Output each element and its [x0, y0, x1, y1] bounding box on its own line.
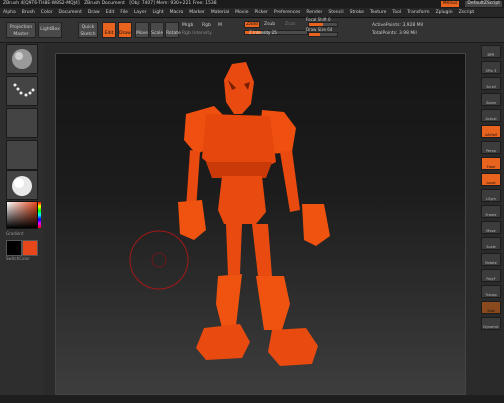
- aahalf-button[interactable]: AAHalf: [481, 125, 501, 138]
- top-toolbar: Projection Master LightBox Quick Sketch …: [0, 17, 504, 43]
- left-tray: Gradient SwitchColor: [0, 43, 44, 403]
- menu-macro[interactable]: Macro: [167, 8, 187, 17]
- menu-light[interactable]: Light: [149, 8, 166, 17]
- persp-button[interactable]: Persp: [481, 141, 501, 154]
- menu-marker[interactable]: Marker: [186, 8, 208, 17]
- rgb-toggle[interactable]: Rgb: [202, 23, 211, 28]
- menu-transform[interactable]: Transform: [404, 8, 432, 17]
- quick-sketch-button[interactable]: Quick Sketch: [78, 22, 98, 38]
- dynamic-button[interactable]: Dynamic: [481, 317, 501, 330]
- title-bar: ZBrush 4[Q9T6-TH8E-W8S2-MQJ4] ZBrush Doc…: [0, 0, 504, 8]
- projection-master-button[interactable]: Projection Master: [6, 22, 36, 38]
- draw-button[interactable]: Draw: [118, 22, 132, 38]
- draw-size-fill: [309, 33, 321, 36]
- bpr-button[interactable]: BPR: [481, 45, 501, 58]
- zcut-button[interactable]: Zcut: [285, 22, 295, 27]
- menu-edit[interactable]: Edit: [103, 8, 118, 17]
- m-toggle[interactable]: M: [218, 23, 222, 28]
- menu-document[interactable]: Document: [56, 8, 85, 17]
- zadd-button[interactable]: Zadd: [244, 21, 260, 28]
- spix-button[interactable]: SPix 3: [481, 61, 501, 74]
- local-button[interactable]: Local: [481, 173, 501, 186]
- menu-file[interactable]: File: [117, 8, 131, 17]
- menu-texture[interactable]: Texture: [367, 8, 389, 17]
- focal-shift-fill: [309, 23, 323, 26]
- total-points-label: TotalPoints: 3.98 Mil: [372, 31, 417, 36]
- right-shelf: BPR SPix 3 Scroll Zoom Actual AAHalf Per…: [478, 43, 504, 403]
- scroll-button[interactable]: Scroll: [481, 77, 501, 90]
- memory-stats: [Obj: 7407] Mem: 930+221 Free: 1538: [129, 1, 217, 6]
- draw-size-slider[interactable]: [308, 32, 338, 37]
- menu-render[interactable]: Render: [303, 8, 325, 17]
- floor-button[interactable]: Floor: [481, 157, 501, 170]
- menu-tool[interactable]: Tool: [389, 8, 404, 17]
- color-picker[interactable]: [6, 201, 41, 229]
- rotate-view-button[interactable]: Rotate: [481, 253, 501, 266]
- zsub-button[interactable]: Zsub: [264, 22, 275, 27]
- menu-brush[interactable]: Brush: [19, 8, 38, 17]
- menu-zscript[interactable]: Zscript: [456, 8, 478, 17]
- menu-color[interactable]: Color: [38, 8, 56, 17]
- actual-button[interactable]: Actual: [481, 109, 501, 122]
- frame-button[interactable]: Frame: [481, 205, 501, 218]
- focal-shift-label: Focal Shift 0: [306, 17, 331, 22]
- alpha-selector[interactable]: [6, 108, 38, 138]
- switch-color-label[interactable]: SwitchColor: [6, 256, 38, 261]
- menu-stroke[interactable]: Stroke: [347, 8, 367, 17]
- menus-button[interactable]: Menus: [440, 1, 460, 7]
- stroke-selector[interactable]: [6, 76, 38, 106]
- polyframe-button[interactable]: PolyF: [481, 269, 501, 282]
- default-zscript-button[interactable]: DefaultZScript: [465, 1, 502, 7]
- move-button[interactable]: Move: [135, 22, 149, 38]
- stroke-dots-icon: [13, 83, 35, 97]
- menu-material[interactable]: Material: [208, 8, 232, 17]
- material-sphere-icon: [12, 176, 32, 196]
- draw-size-label: Draw Size 64: [306, 27, 333, 32]
- texture-selector[interactable]: [6, 140, 38, 170]
- menu-picker[interactable]: Picker: [251, 8, 270, 17]
- zoom-button[interactable]: Zoom: [481, 93, 501, 106]
- transp-button[interactable]: Transp: [481, 285, 501, 298]
- menu-movie[interactable]: Movie: [232, 8, 251, 17]
- menu-bar: Alpha Brush Color Document Draw Edit Fil…: [0, 8, 504, 18]
- menu-layer[interactable]: Layer: [131, 8, 150, 17]
- brush-selector[interactable]: [6, 44, 38, 74]
- bottom-tray: [0, 395, 504, 403]
- main-color-swatch[interactable]: [22, 240, 38, 256]
- mrgb-toggle[interactable]: Mrgb: [182, 23, 193, 28]
- scale-button[interactable]: Scale: [150, 22, 164, 38]
- menu-preferences[interactable]: Preferences: [271, 8, 303, 17]
- app-title: ZBrush 4[Q9T6-TH8E-W8S2-MQJ4]: [3, 1, 80, 6]
- scale-view-button[interactable]: Scale: [481, 237, 501, 250]
- document-title: ZBrush Document: [84, 1, 125, 6]
- lightbox-button[interactable]: LightBox: [38, 22, 62, 38]
- sculpt-model: [129, 62, 330, 366]
- lsym-button[interactable]: LSym: [481, 189, 501, 202]
- menu-stencil[interactable]: Stencil: [325, 8, 346, 17]
- rgb-intensity-label: Rgb Intensity: [182, 31, 212, 36]
- menu-draw[interactable]: Draw: [85, 8, 103, 17]
- edit-button[interactable]: Edit: [102, 22, 116, 38]
- secondary-color-swatch[interactable]: [6, 240, 22, 256]
- gradient-label[interactable]: Gradient: [6, 231, 38, 236]
- solo-button[interactable]: Solo: [481, 301, 501, 314]
- hue-strip[interactable]: [38, 202, 41, 228]
- active-points-label: ActivePoints: 3,928 Mil: [372, 23, 424, 28]
- move-view-button[interactable]: Move: [481, 221, 501, 234]
- brush-sphere-icon: [12, 49, 32, 69]
- material-selector[interactable]: [6, 170, 38, 200]
- rotate-button[interactable]: Rotate: [165, 22, 181, 38]
- canvas-viewport[interactable]: [55, 53, 466, 395]
- menu-alpha[interactable]: Alpha: [0, 8, 19, 17]
- z-intensity-label: Z Intensity 25: [249, 30, 277, 35]
- menu-zplugin[interactable]: Zplugin: [433, 8, 456, 17]
- z-intensity-slider[interactable]: Z Intensity 25: [244, 30, 308, 35]
